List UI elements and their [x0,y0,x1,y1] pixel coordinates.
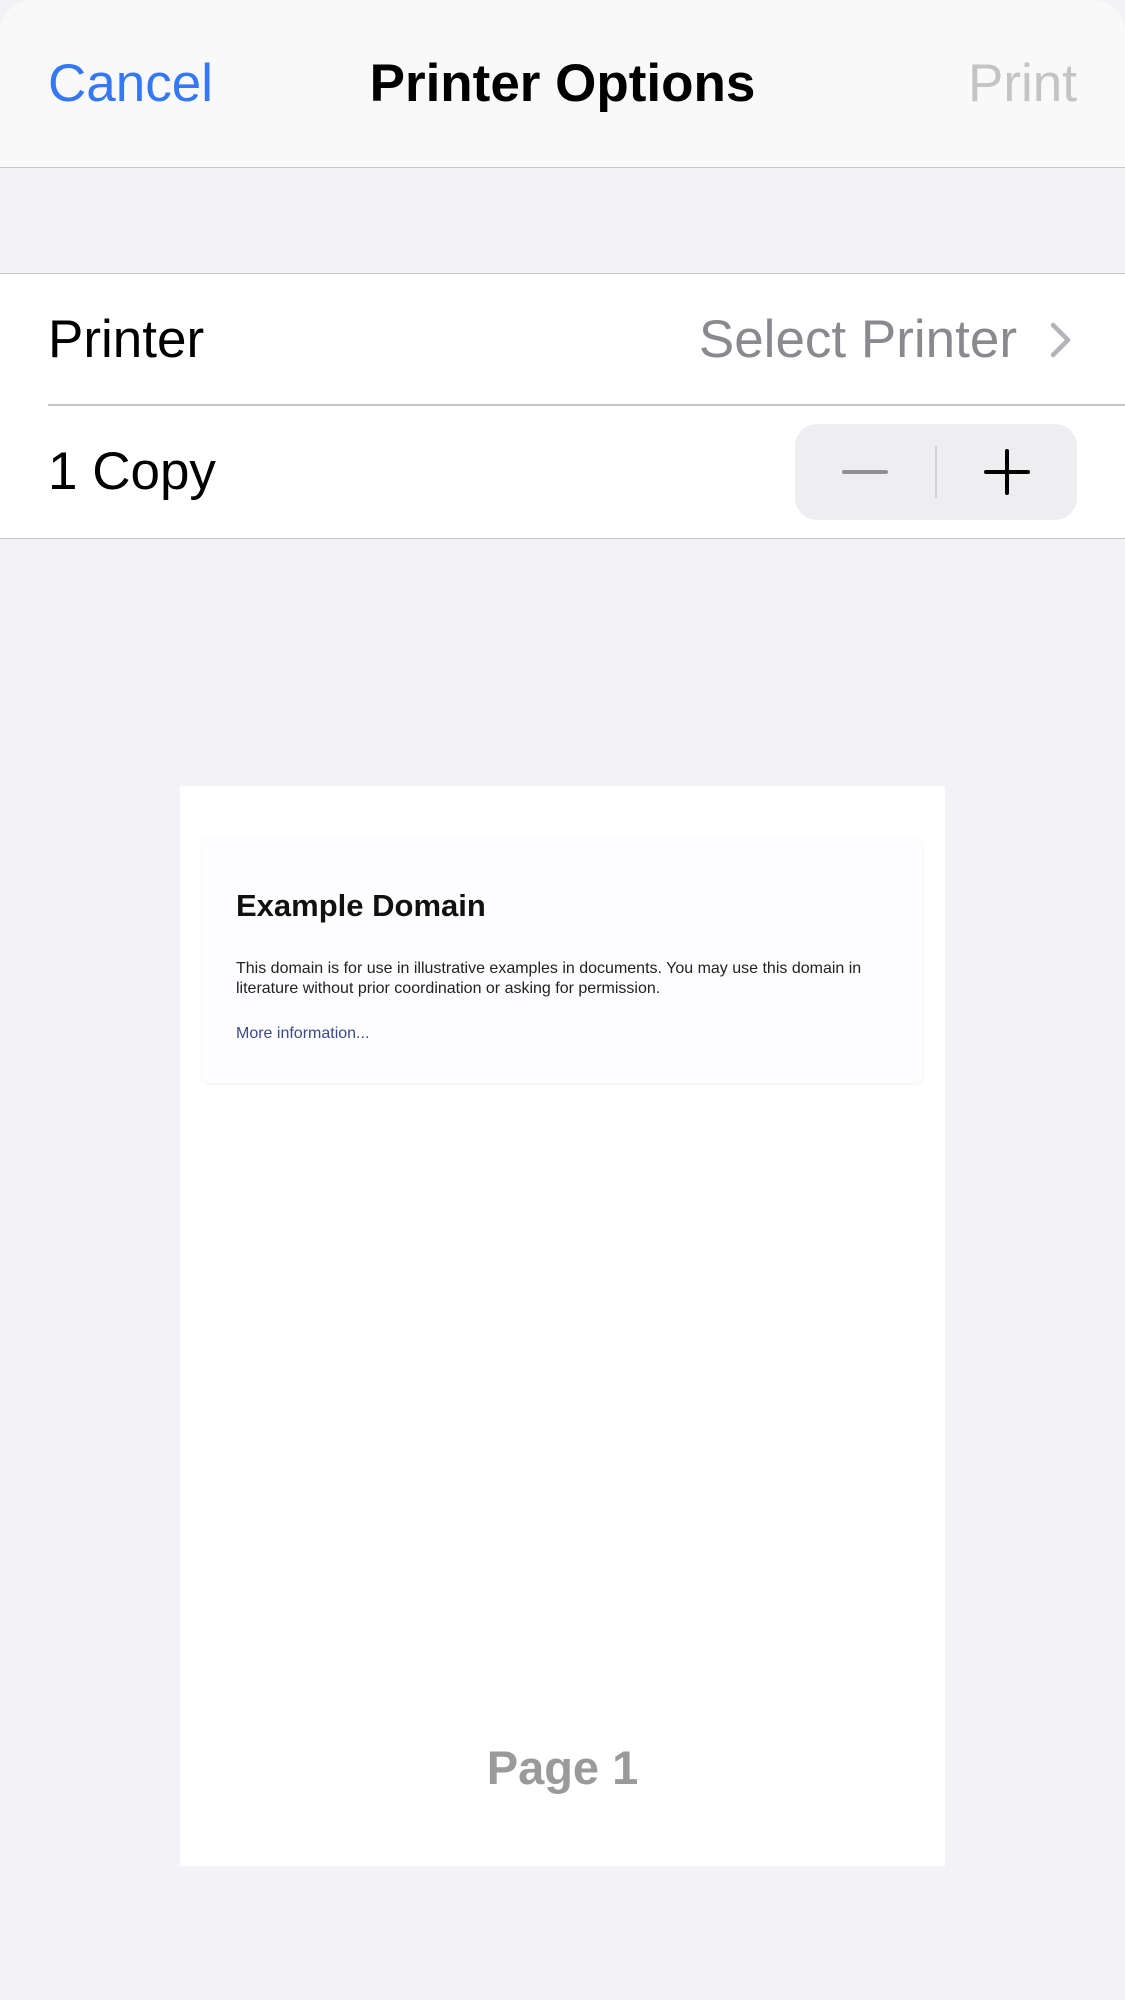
printer-row[interactable]: Printer Select Printer [0,274,1125,406]
copies-stepper [795,424,1077,520]
settings-group: Printer Select Printer 1 Copy [0,273,1125,539]
decrement-button[interactable] [795,424,935,520]
chevron-right-icon [1050,322,1071,358]
print-button[interactable]: Print [968,52,1077,116]
print-preview-page[interactable]: Example Domain This domain is for use in… [180,786,945,1866]
printer-label: Printer [48,310,205,369]
preview-content-card: Example Domain This domain is for use in… [202,838,922,1083]
preview-heading: Example Domain [236,888,486,923]
preview-body-text: This domain is for use in illustrative e… [236,960,862,997]
page-number-label: Page 1 [486,1741,639,1794]
copies-row: 1 Copy [0,406,1125,537]
increment-button[interactable] [937,424,1077,520]
navigation-bar: Cancel Printer Options Print [0,0,1125,168]
plus-icon [984,449,1030,495]
select-printer-value[interactable]: Select Printer [699,274,1017,405]
page-title: Printer Options [369,54,756,113]
preview-more-info-link: More information... [236,1025,370,1042]
printer-options-sheet: Cancel Printer Options Print Printer Sel… [0,0,1125,2000]
minus-icon [842,470,888,474]
copies-label: 1 Copy [48,442,216,501]
